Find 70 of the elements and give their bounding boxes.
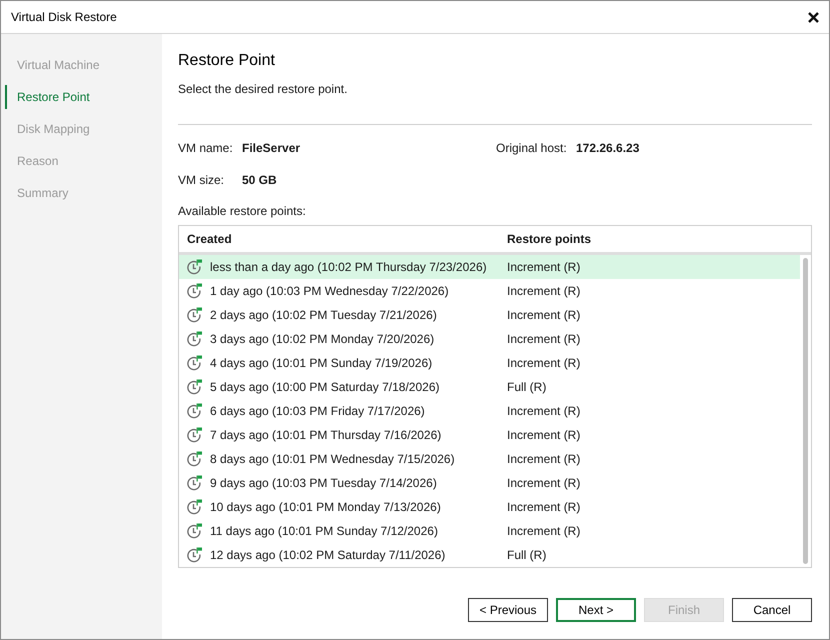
clock-flag-icon bbox=[186, 427, 202, 443]
table-cell-text: Increment (R) bbox=[507, 475, 580, 492]
dialog-button[interactable]: < Previous bbox=[468, 598, 548, 622]
clock-flag-icon bbox=[186, 451, 202, 467]
clock-flag-icon bbox=[186, 403, 202, 419]
field-value: 172.26.6.23 bbox=[576, 140, 640, 156]
clock-flag-icon bbox=[186, 283, 202, 299]
table-row[interactable]: 1 day ago (10:03 PM Wednesday 7/22/2026) Increment (R) bbox=[179, 279, 800, 303]
table-row[interactable]: 8 days ago (10:01 PM Wednesday 7/15/2026) Increment (R) bbox=[179, 447, 800, 471]
wizard-step[interactable]: Restore Point bbox=[17, 88, 90, 106]
table-row[interactable]: 6 days ago (10:03 PM Friday 7/17/2026) Increment (R) bbox=[179, 399, 800, 423]
table-cell-text: Increment (R) bbox=[507, 307, 580, 324]
table-cell-text: Increment (R) bbox=[507, 403, 580, 420]
table-cell-text: Increment (R) bbox=[507, 331, 580, 348]
table-cell-text: 8 days ago (10:01 PM Wednesday 7/15/2026) bbox=[210, 451, 455, 468]
table-row[interactable]: 12 days ago (10:02 PM Saturday 7/11/2026) Full (R) bbox=[179, 543, 800, 567]
table-row[interactable]: 10 days ago (10:01 PM Monday 7/13/2026) Increment (R) bbox=[179, 495, 800, 519]
table-cell-text: Increment (R) bbox=[507, 259, 580, 276]
clock-flag-icon bbox=[186, 547, 202, 563]
column-header[interactable]: Created bbox=[179, 230, 507, 248]
table-cell-text: Increment (R) bbox=[507, 523, 580, 540]
table-row[interactable]: less than a day ago (10:02 PM Thursday 7/23/2026) Increment (R) bbox=[179, 255, 800, 279]
field-value: 50 GB bbox=[242, 172, 277, 188]
window-title: Virtual Disk Restore bbox=[11, 9, 117, 26]
field-value: FileServer bbox=[242, 140, 300, 156]
table-row[interactable]: 5 days ago (10:00 PM Saturday 7/18/2026) Full (R) bbox=[179, 375, 800, 399]
clock-flag-icon bbox=[186, 331, 202, 347]
field-label: VM name: bbox=[178, 140, 234, 156]
clock-flag-icon bbox=[186, 475, 202, 491]
table-cell-text: Increment (R) bbox=[507, 355, 580, 372]
clock-flag-icon bbox=[186, 307, 202, 323]
field-label: VM size: bbox=[178, 172, 226, 188]
table-row[interactable]: 9 days ago (10:03 PM Tuesday 7/14/2026) Increment (R) bbox=[179, 471, 800, 495]
table-cell-text: Full (R) bbox=[507, 379, 546, 396]
table-cell-text: 6 days ago (10:03 PM Friday 7/17/2026) bbox=[210, 403, 425, 420]
close-icon[interactable] bbox=[808, 12, 819, 22]
table-cell-text: 10 days ago (10:01 PM Monday 7/13/2026) bbox=[210, 499, 441, 516]
table-cell-text: 2 days ago (10:02 PM Tuesday 7/21/2026) bbox=[210, 307, 437, 324]
table-cell-text: 9 days ago (10:03 PM Tuesday 7/14/2026) bbox=[210, 475, 437, 492]
clock-flag-icon bbox=[186, 499, 202, 515]
clock-flag-icon bbox=[186, 355, 202, 371]
table-row[interactable]: 11 days ago (10:01 PM Sunday 7/12/2026) Increment (R) bbox=[179, 519, 800, 543]
table-cell-text: 7 days ago (10:01 PM Thursday 7/16/2026) bbox=[210, 427, 442, 444]
table-row[interactable]: 2 days ago (10:02 PM Tuesday 7/21/2026) Increment (R) bbox=[179, 303, 800, 327]
column-header[interactable]: Restore points bbox=[507, 230, 592, 248]
table-cell-text: Increment (R) bbox=[507, 427, 580, 444]
field-label: Original host: bbox=[496, 140, 568, 156]
table-row[interactable]: 7 days ago (10:01 PM Thursday 7/16/2026) Increment (R) bbox=[179, 423, 800, 447]
table-cell-text: 5 days ago (10:00 PM Saturday 7/18/2026) bbox=[210, 379, 440, 396]
table-cell-text: Increment (R) bbox=[507, 283, 580, 300]
clock-flag-icon bbox=[186, 379, 202, 395]
page-heading: Restore Point bbox=[178, 51, 275, 71]
table-cell-text: Increment (R) bbox=[507, 499, 580, 516]
table-cell-text: 12 days ago (10:02 PM Saturday 7/11/2026) bbox=[210, 547, 446, 564]
scrollbar-thumb[interactable] bbox=[803, 258, 808, 564]
dialog-button[interactable]: Cancel bbox=[732, 598, 812, 622]
table-cell-text: Full (R) bbox=[507, 547, 546, 564]
list-label: Available restore points: bbox=[178, 203, 306, 219]
table-cell-text: 3 days ago (10:02 PM Monday 7/20/2026) bbox=[210, 331, 434, 348]
table-cell-text: 11 days ago (10:01 PM Sunday 7/12/2026) bbox=[210, 523, 438, 540]
table-row[interactable]: 3 days ago (10:02 PM Monday 7/20/2026) Increment (R) bbox=[179, 327, 800, 351]
page-subtitle: Select the desired restore point. bbox=[178, 81, 348, 97]
table-cell-text: 4 days ago (10:01 PM Sunday 7/19/2026) bbox=[210, 355, 432, 372]
table-cell-text: Increment (R) bbox=[507, 451, 580, 468]
dialog-button[interactable]: Next > bbox=[556, 598, 636, 622]
clock-flag-icon bbox=[186, 523, 202, 539]
clock-flag-icon bbox=[186, 259, 202, 275]
table-cell-text: 1 day ago (10:03 PM Wednesday 7/22/2026) bbox=[210, 283, 449, 300]
table-row[interactable]: 4 days ago (10:01 PM Sunday 7/19/2026) Increment (R) bbox=[179, 351, 800, 375]
table-cell-text: less than a day ago (10:02 PM Thursday 7/23/2026) bbox=[210, 259, 487, 276]
